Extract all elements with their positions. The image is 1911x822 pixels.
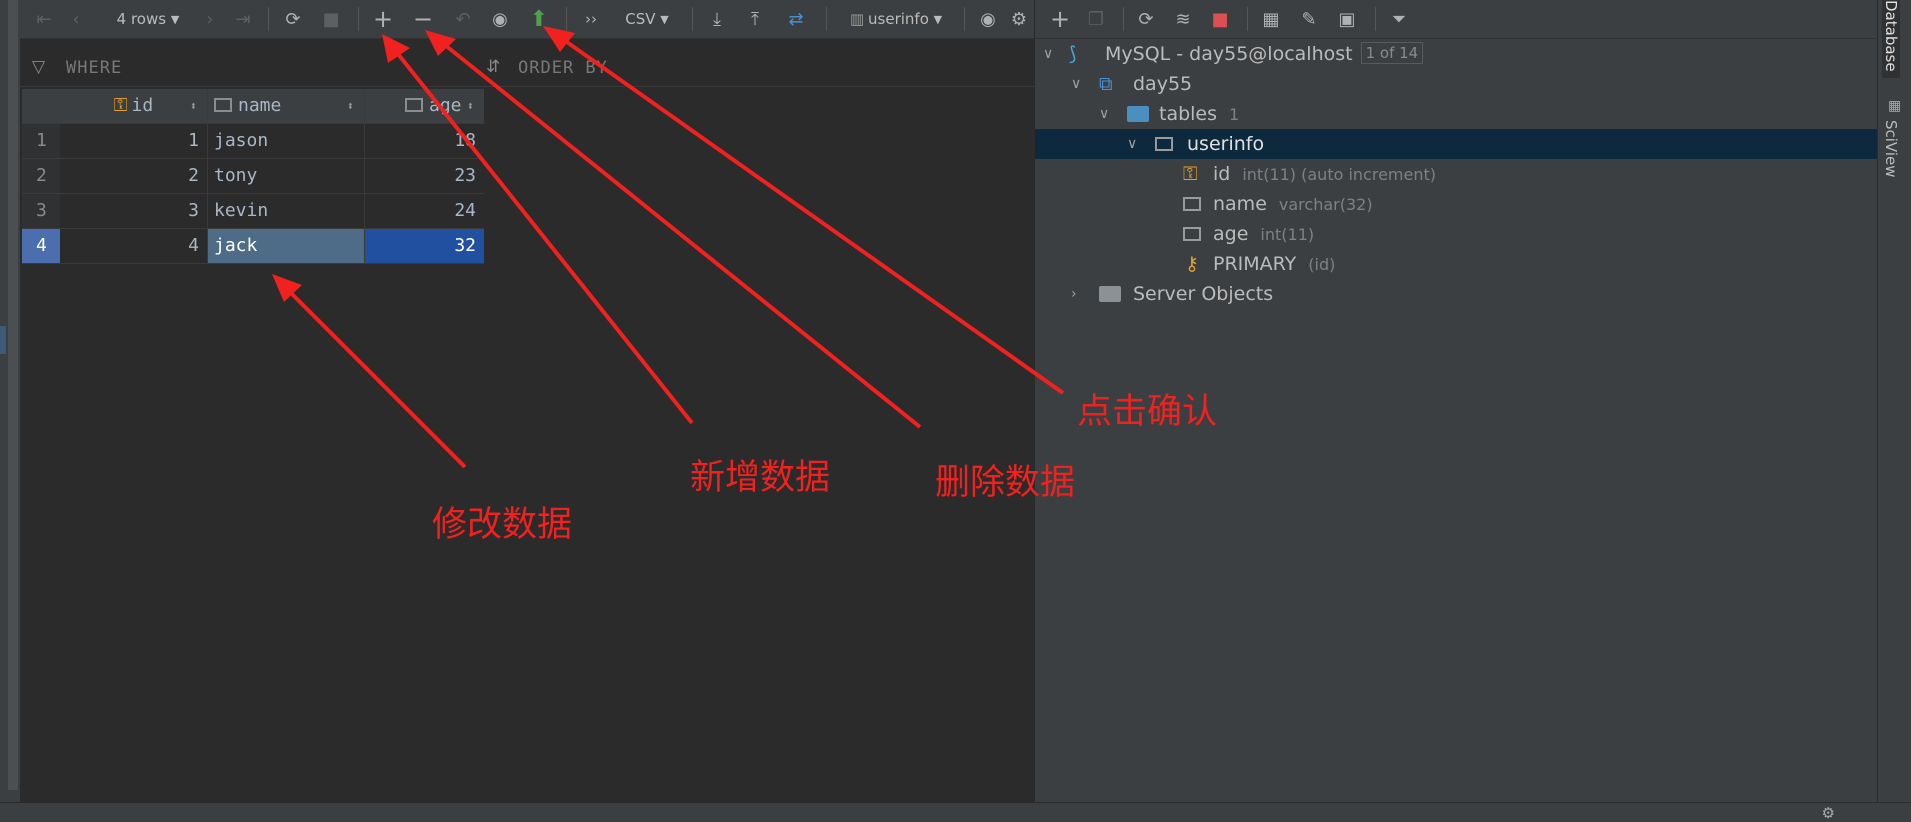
arrow-modify [272,274,467,469]
annotation-modify-data: 修改数据 [432,505,573,545]
arrow-delete [425,30,922,429]
annotation-arrows [272,26,1065,469]
arrow-add [382,34,694,425]
annotation-add-data: 新增数据 [690,458,831,498]
annotation-click-confirm: 点击确认 [1077,392,1218,432]
annotation-delete-data: 删除数据 [935,463,1076,503]
arrow-confirm [543,26,1065,395]
